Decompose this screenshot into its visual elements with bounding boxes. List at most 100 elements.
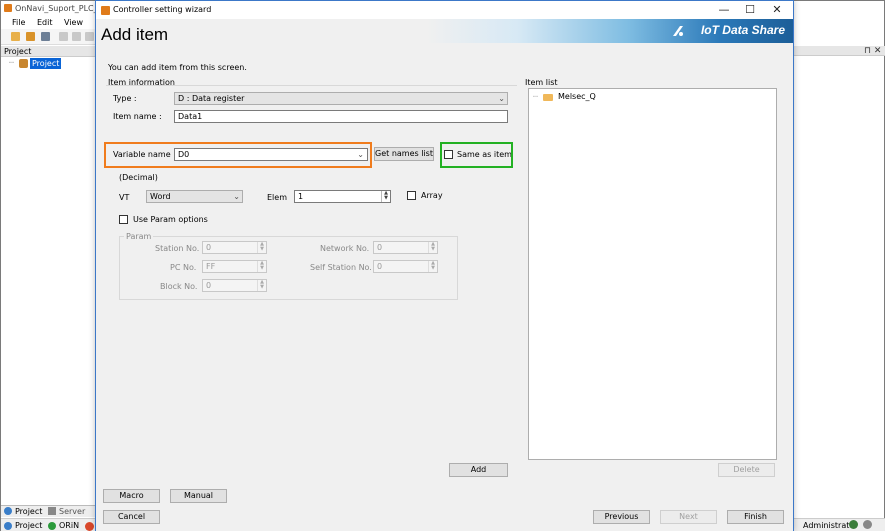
dialog-header: Add item IoT Data Share [96, 19, 793, 57]
station-no-label: Station No. [155, 244, 200, 253]
pin-icon[interactable]: ⊓ ✕ [864, 46, 881, 56]
tab-project[interactable]: Project [15, 507, 42, 516]
project-tree-label[interactable]: Project [30, 58, 62, 69]
spinner-arrows-icon[interactable]: ▲ ▼ [428, 242, 437, 253]
close-button[interactable]: ✕ [764, 1, 790, 19]
vt-label: VT [119, 193, 130, 202]
disconnect-icon[interactable] [863, 520, 872, 529]
add-button[interactable]: Add [449, 463, 508, 477]
item-name-label: Item name : [113, 112, 162, 121]
pc-no-value: FF [206, 262, 216, 271]
use-param-options-label: Use Param options [133, 215, 208, 224]
spinner-arrows-icon[interactable]: ▲ ▼ [257, 242, 266, 253]
tree-connector-icon: ┈ [9, 58, 14, 67]
cut-icon[interactable] [59, 32, 68, 41]
status-orin: ORiN [59, 521, 80, 530]
variable-name-highlight [104, 142, 372, 168]
paste-icon[interactable] [85, 32, 94, 41]
dialog-titlebar: Controller setting wizard — ☐ ✕ [96, 1, 793, 19]
self-station-no-value: 0 [377, 262, 383, 271]
previous-button[interactable]: Previous [593, 510, 650, 524]
open-folder-icon[interactable] [26, 32, 35, 41]
project-icon [19, 59, 28, 68]
elem-spinner[interactable]: 1 ▲ ▼ [294, 190, 391, 203]
item-list-tree[interactable]: ┈ Melsec_Q [528, 88, 777, 460]
item-list-label: Item list [525, 78, 558, 87]
user-status: Administrator [794, 518, 885, 531]
cancel-button[interactable]: Cancel [103, 510, 160, 524]
same-as-item-highlight [440, 142, 513, 168]
array-checkbox[interactable] [407, 191, 416, 200]
tree-node-melsec-q[interactable]: Melsec_Q [558, 92, 596, 101]
tree-connector-icon: ┈ [533, 92, 538, 101]
chevron-down-icon: ⌄ [233, 192, 240, 201]
pc-no-label: PC No. [170, 263, 197, 272]
menu-edit[interactable]: Edit [37, 18, 53, 27]
project-panel-title: Project [4, 47, 32, 56]
get-names-list-button[interactable]: Get names list [374, 147, 434, 161]
page-heading: Add item [101, 25, 169, 44]
tab-server[interactable]: Server [59, 507, 85, 516]
bottom-tabs: Project Server [1, 505, 97, 517]
item-information-divider [106, 85, 517, 86]
spinner-arrows-icon[interactable]: ▲ ▼ [428, 261, 437, 272]
pc-no-spinner[interactable]: FF ▲ ▼ [202, 260, 267, 273]
self-station-no-label: Self Station No. [310, 263, 372, 272]
dialog-app-icon [101, 6, 110, 15]
background-app-title: OnNavi_Suport_PLC_h [15, 4, 103, 13]
type-label: Type : [113, 94, 137, 103]
status-project-icon [4, 522, 12, 530]
iot-data-share-banner: IoT Data Share [426, 19, 793, 43]
project-panel-header: Project [1, 46, 97, 57]
folder-icon [543, 94, 553, 101]
decimal-label: (Decimal) [119, 173, 158, 182]
spinner-arrows-icon[interactable]: ▲ ▼ [381, 191, 390, 202]
minimize-button[interactable]: — [711, 1, 737, 19]
use-param-options-checkbox[interactable] [119, 215, 128, 224]
elem-value: 1 [298, 192, 304, 201]
spinner-arrows-icon[interactable]: ▲ ▼ [257, 280, 266, 291]
copy-icon[interactable] [72, 32, 81, 41]
menu-file[interactable]: File [12, 18, 25, 27]
array-label: Array [421, 191, 443, 200]
manual-button[interactable]: Manual [170, 489, 227, 503]
new-file-icon[interactable] [11, 32, 20, 41]
status-orin-icon [48, 522, 56, 530]
finish-button[interactable]: Finish [727, 510, 784, 524]
delete-button[interactable]: Delete [718, 463, 775, 477]
status-project: Project [15, 521, 43, 530]
connected-icon [849, 520, 858, 529]
save-icon[interactable] [41, 32, 50, 41]
network-no-spinner[interactable]: 0 ▲ ▼ [373, 241, 438, 254]
controller-setting-wizard-dialog: Controller setting wizard — ☐ ✕ Add item… [95, 0, 794, 531]
menu-view[interactable]: View [64, 18, 83, 27]
spinner-arrows-icon[interactable]: ▲ ▼ [257, 261, 266, 272]
type-select[interactable]: D : Data register ⌄ [174, 92, 508, 105]
dialog-body: You can add item from this screen. Item … [96, 57, 793, 531]
macro-button[interactable]: Macro [103, 489, 160, 503]
stop-icon[interactable] [85, 522, 94, 531]
network-no-value: 0 [377, 243, 383, 252]
vt-select[interactable]: Word ⌄ [146, 190, 243, 203]
item-name-input[interactable]: Data1 [174, 110, 508, 123]
background-menubar: File Edit View [1, 16, 97, 29]
maximize-button[interactable]: ☐ [737, 1, 763, 19]
iot-logo-icon [673, 26, 683, 36]
banner-text: IoT Data Share [700, 23, 785, 37]
type-select-value: D : Data register [178, 94, 245, 103]
station-no-value: 0 [206, 243, 212, 252]
next-button[interactable]: Next [660, 510, 717, 524]
chevron-down-icon: ⌄ [498, 94, 505, 103]
vt-select-value: Word [150, 192, 171, 201]
app-icon [4, 4, 12, 12]
self-station-no-spinner[interactable]: 0 ▲ ▼ [373, 260, 438, 273]
network-no-label: Network No. [320, 244, 370, 253]
status-bar: Project ORiN [1, 518, 97, 531]
elem-label: Elem [267, 193, 287, 202]
block-no-spinner[interactable]: 0 ▲ ▼ [202, 279, 267, 292]
project-tab-icon [4, 507, 12, 515]
background-toolbar [1, 29, 97, 45]
station-no-spinner[interactable]: 0 ▲ ▼ [202, 241, 267, 254]
block-no-label: Block No. [160, 282, 198, 291]
intro-text: You can add item from this screen. [108, 63, 247, 72]
